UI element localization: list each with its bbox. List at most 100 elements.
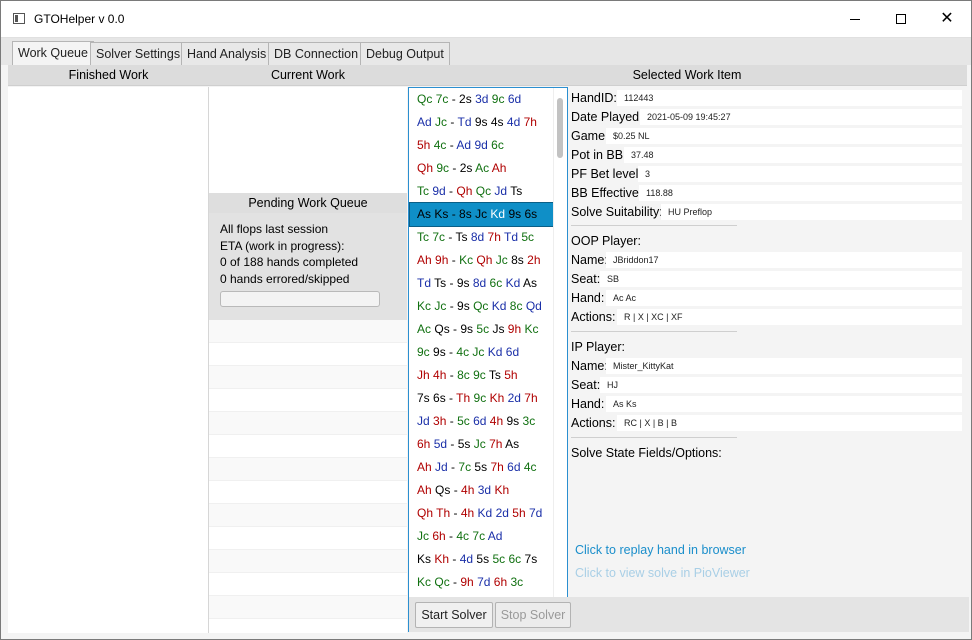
list-item[interactable] — [209, 550, 407, 573]
flop-list-item[interactable]: Qh Th - 4h Kd 2d 5h 7d — [410, 502, 553, 525]
list-item[interactable] — [209, 504, 407, 527]
flop-list-item[interactable]: 7s 6s - Th 9c Kh 2d 7h — [410, 387, 553, 410]
flop-list-item[interactable]: Ah Qs - 4h 3d Kh — [410, 479, 553, 502]
flop-list-item[interactable]: Jd 3h - 5c 6d 4h 9s 3c — [410, 410, 553, 433]
hand-board-separator: - — [445, 230, 456, 244]
maximize-button[interactable] — [878, 1, 924, 37]
flop-list-item[interactable]: Ad Jc - Td 9s 4s 4d 7h — [410, 111, 553, 134]
list-item[interactable] — [209, 596, 407, 619]
tab-debug-output[interactable]: Debug Output — [360, 42, 450, 66]
oop-seat-label: Seat: — [571, 272, 601, 286]
pending-progress-bar — [220, 291, 380, 307]
flop-list-item[interactable]: Ah Jd - 7c 5s 7h 6d 4c — [410, 456, 553, 479]
divider — [571, 331, 737, 332]
list-item[interactable] — [209, 527, 407, 550]
card: 6s — [433, 391, 446, 405]
card: 9h — [460, 575, 474, 589]
card: 2d — [495, 506, 509, 520]
card: 6d — [473, 414, 487, 428]
flop-list-item[interactable]: Ac Qs - 9s 5c Js 9h Kc — [410, 318, 553, 341]
pending-queue-list[interactable] — [209, 320, 407, 633]
flop-list-item[interactable]: Tc 7c - Ts 8d 7h Td 5c — [410, 226, 553, 249]
app-window: GTOHelper v 0.0 ✕ Work Queue Solver Sett… — [0, 0, 972, 640]
card: 4c — [523, 460, 537, 474]
list-item[interactable] — [209, 435, 407, 458]
card: Ad — [417, 115, 432, 129]
flop-list[interactable]: Kc Qc - 9h 7d 6h 3c Ks Kh - 4d 5s 5c 6c 7… — [408, 87, 568, 632]
card: Qc — [434, 575, 450, 589]
flop-list-scrollbar[interactable] — [553, 88, 567, 631]
list-item[interactable] — [209, 366, 407, 389]
tab-hand-analysis[interactable]: Hand Analysis — [181, 42, 273, 66]
tab-db-connection[interactable]: DB Connection — [268, 42, 365, 66]
flop-list-item[interactable]: Qh 9c - 2s Ac Ah — [410, 157, 553, 180]
minimize-icon — [850, 18, 860, 20]
flop-list-item[interactable]: Tc 9d - Qh Qc Jd Ts — [410, 180, 553, 203]
flop-list-item[interactable]: Ks Kh - 4d 5s 5c 6c 7s — [410, 548, 553, 571]
card: Ah — [417, 460, 432, 474]
list-item[interactable] — [209, 458, 407, 481]
card: Qh — [476, 253, 493, 267]
hand-board-separator: - — [448, 207, 460, 221]
oop-seat-value: SB — [600, 271, 962, 287]
minimize-button[interactable] — [832, 1, 878, 37]
card: Ts — [488, 368, 501, 382]
flop-list-item[interactable]: Jh 4h - 8c 9c Ts 5h — [410, 364, 553, 387]
close-button[interactable]: ✕ — [924, 1, 970, 37]
card: Kc — [524, 322, 539, 336]
replay-hand-link[interactable]: Click to replay hand in browser — [575, 543, 746, 557]
flop-list-item[interactable]: Qc 7c - 2s 3d 9c 6d — [410, 88, 553, 111]
list-item[interactable] — [209, 412, 407, 435]
list-item[interactable] — [209, 320, 407, 343]
flop-list-item[interactable]: As Ks - 8s Jc Kd 9s 6s — [409, 202, 554, 227]
hand-board-separator: - — [445, 391, 457, 405]
flop-list-item[interactable]: Jc 6h - 4c 7c Ad — [410, 525, 553, 548]
game-label: Game: — [571, 129, 609, 143]
flop-list-item[interactable]: 6h 5d - 5s Jc 7h As — [410, 433, 553, 456]
card: 6h — [432, 529, 446, 543]
card: Qd — [525, 299, 542, 313]
hand-board-separator: - — [445, 345, 457, 359]
card: Ts — [434, 276, 447, 290]
card: 4c — [433, 138, 447, 152]
flop-list-scroll-thumb[interactable] — [557, 98, 563, 158]
flop-list-item[interactable]: Td Ts - 9s 8d 6c Kd As — [410, 272, 553, 295]
date-played-value: 2021-05-09 19:45:27 — [640, 109, 962, 125]
tab-solver-settings[interactable]: Solver Settings — [90, 42, 187, 66]
list-item[interactable] — [209, 481, 407, 504]
card: 9d — [474, 138, 488, 152]
oop-name-label: Name: — [571, 253, 608, 267]
card: 7d — [528, 506, 543, 520]
flop-list-item[interactable]: 9c 9s - 4c Jc Kd 6d — [410, 341, 553, 364]
view-solve-pioviewer-link[interactable]: Click to view solve in PioViewer — [575, 566, 750, 580]
card: 9c — [436, 161, 450, 175]
pending-session-text: All flops last session — [220, 222, 329, 236]
card: 5h — [512, 506, 526, 520]
card: 9h — [435, 253, 449, 267]
stop-solver-button[interactable]: Stop Solver — [495, 602, 571, 628]
card: 5c — [492, 552, 506, 566]
card: 9c — [491, 92, 505, 106]
list-item[interactable] — [209, 343, 407, 366]
card: 7c — [458, 460, 472, 474]
bb-effective-label: BB Effective: — [571, 186, 643, 200]
hand-board-separator: - — [448, 92, 460, 106]
pf-bet-level-value: 3 — [638, 166, 962, 182]
start-solver-button[interactable]: Start Solver — [415, 602, 493, 628]
list-item[interactable] — [209, 389, 407, 412]
solver-controls: Start Solver Stop Solver — [409, 597, 969, 632]
card: 3c — [522, 414, 536, 428]
list-item[interactable] — [209, 573, 407, 596]
flop-list-item[interactable]: 5h 4c - Ad 9d 6c — [410, 134, 553, 157]
finished-work-list[interactable] — [8, 87, 209, 633]
tab-work-queue[interactable]: Work Queue — [12, 41, 94, 67]
ip-player-title: IP Player: — [571, 340, 625, 354]
flop-list-item[interactable]: Kc Qc - 9h 7d 6h 3c — [410, 571, 553, 594]
card: 7s — [524, 552, 538, 566]
card: 9s — [460, 322, 474, 336]
flop-list-item[interactable]: Ah 9h - Kc Qh Jc 8s 2h — [410, 249, 553, 272]
card: 6d — [507, 92, 522, 106]
card: Jc — [434, 299, 447, 313]
flop-list-item[interactable]: Kc Jc - 9s Qc Kd 8c Qd — [410, 295, 553, 318]
hand-board-separator: - — [446, 138, 457, 152]
